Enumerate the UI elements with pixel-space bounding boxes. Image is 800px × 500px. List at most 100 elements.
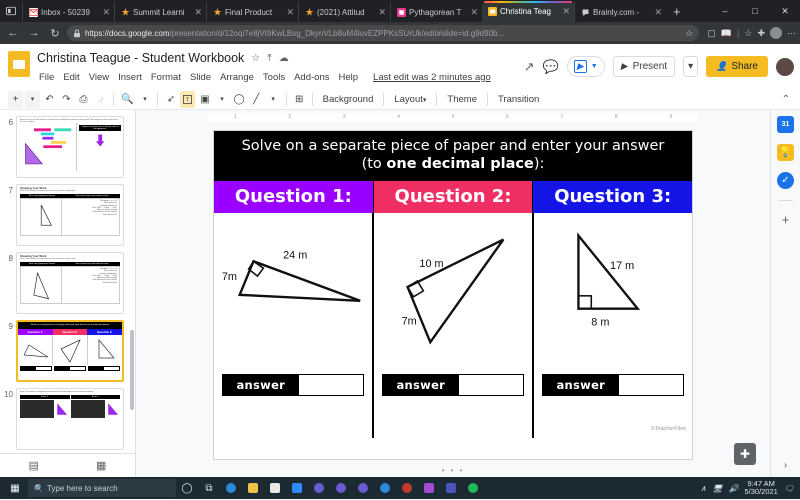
browser-tab-2[interactable]: Final Product ✕ — [206, 2, 298, 22]
menu-addons[interactable]: Add-ons — [294, 72, 329, 83]
forward-button[interactable]: → — [25, 24, 43, 42]
cortana-icon[interactable]: ◯ — [176, 477, 198, 499]
reload-button[interactable]: ↻ — [46, 24, 64, 42]
new-slide-button[interactable]: + — [8, 90, 23, 108]
tab-list-icon[interactable] — [0, 0, 22, 22]
tasks-icon[interactable]: ✓ — [777, 172, 794, 189]
taskbar-app-star[interactable] — [418, 477, 440, 499]
redo-button[interactable]: ↷ — [59, 91, 74, 108]
cursor-icon[interactable]: ➶ — [163, 91, 178, 108]
menu-edit[interactable]: Edit — [63, 72, 79, 83]
textbox-icon[interactable]: T — [180, 90, 196, 108]
theme-button[interactable]: Theme — [442, 94, 482, 105]
filmstrip-view-icon[interactable]: ▤ — [29, 459, 39, 472]
taskbar-app-file-explorer[interactable] — [242, 477, 264, 499]
collections-icon[interactable]: ▢ — [707, 28, 716, 39]
last-edit-label[interactable]: Last edit was 2 minutes ago — [373, 72, 491, 83]
star-icon[interactable]: ☆ — [251, 53, 260, 64]
activity-dashboard-icon[interactable]: ↗ — [524, 59, 535, 75]
shape-icon[interactable]: ◯ — [231, 91, 246, 108]
answer-input-2[interactable] — [458, 375, 523, 396]
taskbar-app-zoom[interactable] — [286, 477, 308, 499]
expand-panel-chevron-icon[interactable]: › — [784, 460, 787, 471]
image-icon[interactable]: ▣ — [197, 91, 212, 108]
taskbar-app-teams[interactable] — [440, 477, 462, 499]
extensions-icon[interactable]: ✚ — [757, 28, 765, 39]
current-slide[interactable]: Solve on a separate piece of paper and e… — [213, 130, 693, 460]
menu-tools[interactable]: Tools — [263, 72, 285, 83]
grid-view-icon[interactable]: ▦ — [96, 459, 106, 472]
tab-close-icon[interactable]: ✕ — [470, 7, 478, 18]
taskbar-app-edge-2[interactable] — [374, 477, 396, 499]
cloud-saved-icon[interactable]: ☁ — [279, 53, 289, 64]
close-window-button[interactable]: ✕ — [770, 0, 800, 22]
slide-thumbnail[interactable]: Error! Your teacher completed two questi… — [16, 388, 124, 450]
line-icon[interactable]: ╱ — [249, 91, 264, 108]
back-button[interactable]: ← — [4, 24, 22, 42]
tray-chevron-icon[interactable]: ∧ — [700, 484, 706, 493]
answer-box-1[interactable]: answer — [222, 374, 364, 397]
avatar[interactable] — [776, 57, 794, 76]
layout-button[interactable]: Layout▾ — [389, 94, 431, 105]
comment-history-icon[interactable]: 💬 — [543, 59, 559, 75]
taskbar-app-store[interactable] — [264, 477, 286, 499]
menu-insert[interactable]: Insert — [118, 72, 142, 83]
search-input[interactable]: 🔍 Type here to search — [28, 479, 176, 497]
line-caret[interactable]: ▾ — [266, 91, 281, 108]
browser-tab-0[interactable]: Inbox - 50239 ✕ — [22, 2, 114, 22]
menu-view[interactable]: View — [89, 72, 109, 83]
slide-filmstrip[interactable]: 6 Marcel cut out his math work on a post… — [0, 110, 136, 477]
taskbar-app-chrome-2[interactable] — [330, 477, 352, 499]
taskbar-app-edge[interactable] — [220, 477, 242, 499]
collapse-toolbar-button[interactable]: ⌃ — [782, 94, 792, 105]
zoom-icon[interactable]: 🔍 — [119, 91, 135, 108]
filmstrip-slide-7[interactable]: 7 Showing Your Work Slow Them: Follow th… — [0, 181, 135, 249]
filmstrip-slide-9-selected[interactable]: 9 Solve on a separate piece of paper and… — [0, 317, 135, 385]
tab-close-icon[interactable]: ✕ — [286, 7, 294, 18]
new-tab-button[interactable]: + — [666, 2, 688, 22]
tab-close-icon[interactable]: ✕ — [102, 7, 110, 18]
filmstrip-scrollbar[interactable] — [130, 330, 134, 410]
answer-box-3[interactable]: answer — [542, 374, 684, 397]
explore-icon[interactable]: ✚ — [734, 443, 756, 465]
browser-tab-1[interactable]: Summit Learni ✕ — [114, 2, 206, 22]
background-button[interactable]: Background — [318, 94, 379, 105]
taskbar-app-avatar[interactable] — [396, 477, 418, 499]
add-ons-plus-icon[interactable]: + — [782, 212, 790, 227]
keep-icon[interactable]: 💡 — [777, 144, 794, 161]
taskbar-app-chrome-3[interactable] — [352, 477, 374, 499]
minimize-button[interactable]: – — [710, 0, 740, 22]
calendar-icon[interactable]: 31 — [777, 116, 794, 133]
tab-close-icon[interactable]: ✕ — [194, 7, 202, 18]
document-title[interactable]: Christina Teague - Student Workbook — [37, 51, 244, 65]
undo-button[interactable]: ↶ — [42, 91, 57, 108]
slide-thumbnail[interactable]: Showing Your Work Slow Them: Follow the … — [16, 252, 124, 314]
present-options-button[interactable]: ▾ — [683, 56, 699, 77]
clock[interactable]: 9:47 AM 5/30/2021 — [744, 480, 777, 496]
favorites-icon[interactable]: ☆ — [744, 28, 752, 39]
browser-tab-3[interactable]: (2021) Attitud ✕ — [298, 2, 390, 22]
tab-close-icon[interactable]: ✕ — [378, 7, 386, 18]
profile-icon[interactable] — [770, 27, 782, 39]
filmstrip-slide-10[interactable]: 10 Error! Your teacher completed two que… — [0, 385, 135, 453]
image-caret[interactable]: ▾ — [214, 91, 229, 108]
more-icon[interactable]: ⋯ — [787, 28, 796, 39]
filmstrip-slide-6[interactable]: 6 Marcel cut out his math work on a post… — [0, 113, 135, 181]
answer-input-1[interactable] — [298, 375, 363, 396]
share-button[interactable]: 👤 Share — [706, 56, 768, 77]
reading-list-icon[interactable]: 📖 — [721, 28, 732, 39]
menu-format[interactable]: Format — [151, 72, 181, 83]
taskbar-app-spotify[interactable] — [462, 477, 484, 499]
browser-tab-6[interactable]: Brainly.com - ✕ — [574, 2, 666, 22]
menu-slide[interactable]: Slide — [190, 72, 211, 83]
menu-help[interactable]: Help — [338, 72, 358, 83]
present-button[interactable]: ▶ Present — [612, 56, 676, 77]
google-slides-icon[interactable] — [8, 51, 30, 77]
url-input[interactable]: https://docs.google.com/presentation/d/1… — [67, 25, 700, 41]
answer-input-3[interactable] — [618, 375, 683, 396]
add-comment-icon[interactable]: ⊞ — [292, 91, 307, 108]
filmstrip-slide-8[interactable]: 8 Showing Your Work Slow Them: Follow th… — [0, 249, 135, 317]
zoom-caret[interactable]: ▾ — [137, 91, 152, 108]
slide-thumbnail[interactable]: Showing Your Work Slow Them: Follow the … — [16, 184, 124, 246]
slide-thumbnail[interactable]: Marcel cut out his math work on a poster… — [16, 116, 124, 178]
